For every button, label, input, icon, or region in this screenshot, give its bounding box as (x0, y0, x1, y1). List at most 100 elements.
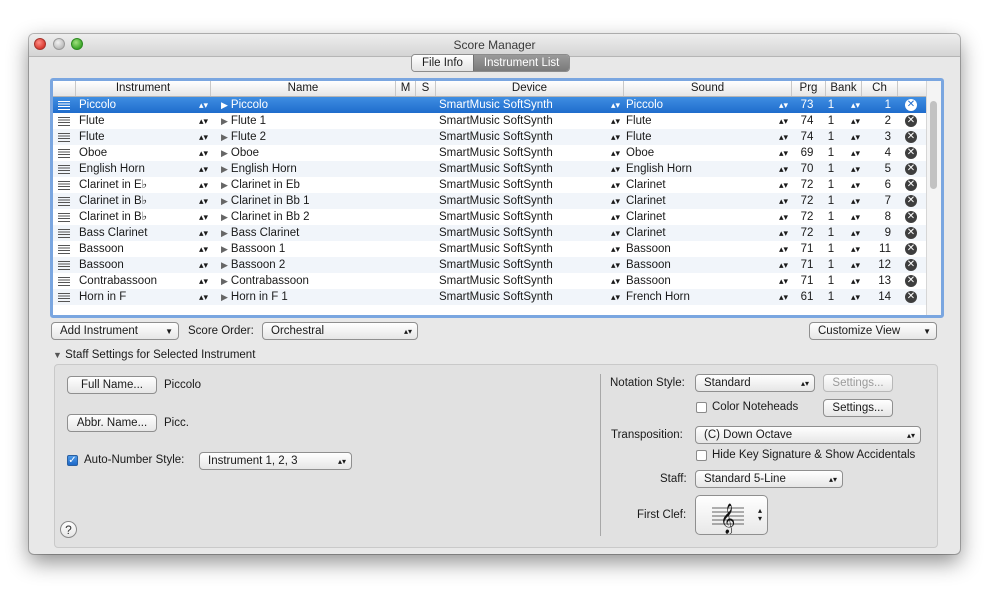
col-sound[interactable]: Sound (623, 81, 791, 96)
channel-cell[interactable]: 2 (871, 113, 891, 129)
bank-cell[interactable]: 1 (823, 193, 839, 209)
bank-cell[interactable]: 1 (823, 273, 839, 289)
table-scrollbar[interactable] (926, 81, 941, 315)
drag-handle-icon[interactable] (58, 181, 70, 190)
remove-instrument-icon[interactable]: ✕ (905, 115, 917, 127)
sound-stepper-icon[interactable]: ▴▾ (779, 129, 789, 145)
device-stepper-icon[interactable]: ▴▾ (611, 113, 621, 129)
col-channel[interactable]: Ch (861, 81, 897, 96)
drag-handle-icon[interactable] (58, 245, 70, 254)
disclosure-triangle-icon[interactable]: ▶ (221, 292, 228, 302)
bank-cell[interactable]: 1 (823, 145, 839, 161)
drag-handle-icon[interactable] (58, 149, 70, 158)
disclosure-triangle-icon[interactable]: ▶ (221, 212, 228, 222)
instrument-stepper-icon[interactable]: ▴▾ (199, 209, 209, 225)
sound-stepper-icon[interactable]: ▴▾ (779, 177, 789, 193)
notation-settings-button[interactable]: Settings... (823, 374, 893, 392)
program-cell[interactable]: 72 (794, 177, 820, 193)
auto-number-checkbox[interactable]: ✓ (67, 455, 78, 466)
disclosure-triangle-icon[interactable]: ▶ (221, 116, 228, 126)
disclosure-triangle-icon[interactable]: ▶ (221, 244, 228, 254)
sound-stepper-icon[interactable]: ▴▾ (779, 161, 789, 177)
table-row[interactable]: Bassoon ▴▾ ▶ Bassoon 2 SmartMusic SoftSyn… (53, 257, 927, 273)
remove-instrument-icon[interactable]: ✕ (905, 291, 917, 303)
bank-cell[interactable]: 1 (823, 129, 839, 145)
bank-cell[interactable]: 1 (823, 225, 839, 241)
device-stepper-icon[interactable]: ▴▾ (611, 289, 621, 305)
drag-handle-icon[interactable] (58, 117, 70, 126)
instrument-stepper-icon[interactable]: ▴▾ (199, 97, 209, 113)
bank-stepper-icon[interactable]: ▴▾ (851, 289, 861, 305)
channel-cell[interactable]: 12 (871, 257, 891, 273)
customize-view-button[interactable]: Customize View ▼ (809, 322, 937, 340)
drag-handle-icon[interactable] (58, 101, 70, 110)
program-cell[interactable]: 70 (794, 161, 820, 177)
drag-handle-icon[interactable] (58, 277, 70, 286)
instrument-stepper-icon[interactable]: ▴▾ (199, 241, 209, 257)
program-cell[interactable]: 74 (794, 113, 820, 129)
bank-cell[interactable]: 1 (823, 97, 839, 113)
disclosure-triangle-icon[interactable]: ▶ (221, 260, 228, 270)
program-cell[interactable]: 61 (794, 289, 820, 305)
sound-stepper-icon[interactable]: ▴▾ (779, 225, 789, 241)
sound-stepper-icon[interactable]: ▴▾ (779, 209, 789, 225)
table-row[interactable]: Clarinet in E♭ ▴▾ ▶ Clarinet in Eb SmartM… (53, 177, 927, 193)
remove-instrument-icon[interactable]: ✕ (905, 243, 917, 255)
notation-style-select[interactable]: Standard ▴▾ (695, 374, 815, 392)
bank-stepper-icon[interactable]: ▴▾ (851, 97, 861, 113)
device-stepper-icon[interactable]: ▴▾ (611, 145, 621, 161)
program-cell[interactable]: 71 (794, 241, 820, 257)
channel-cell[interactable]: 8 (871, 209, 891, 225)
device-stepper-icon[interactable]: ▴▾ (611, 241, 621, 257)
remove-instrument-icon[interactable]: ✕ (905, 275, 917, 287)
bank-stepper-icon[interactable]: ▴▾ (851, 241, 861, 257)
abbr-name-button[interactable]: Abbr. Name... (67, 414, 157, 432)
instrument-stepper-icon[interactable]: ▴▾ (199, 145, 209, 161)
col-mute[interactable]: M (395, 81, 415, 96)
table-row[interactable]: Clarinet in B♭ ▴▾ ▶ Clarinet in Bb 1 Smar… (53, 193, 927, 209)
sound-stepper-icon[interactable]: ▴▾ (779, 145, 789, 161)
bank-stepper-icon[interactable]: ▴▾ (851, 257, 861, 273)
drag-handle-icon[interactable] (58, 229, 70, 238)
bank-stepper-icon[interactable]: ▴▾ (851, 113, 861, 129)
col-solo[interactable]: S (415, 81, 435, 96)
drag-handle-icon[interactable] (58, 293, 70, 302)
instrument-stepper-icon[interactable]: ▴▾ (199, 289, 209, 305)
instrument-stepper-icon[interactable]: ▴▾ (199, 193, 209, 209)
bank-stepper-icon[interactable]: ▴▾ (851, 209, 861, 225)
bank-cell[interactable]: 1 (823, 289, 839, 305)
remove-instrument-icon[interactable]: ✕ (905, 211, 917, 223)
instrument-stepper-icon[interactable]: ▴▾ (199, 177, 209, 193)
table-row[interactable]: Clarinet in B♭ ▴▾ ▶ Clarinet in Bb 2 Smar… (53, 209, 927, 225)
col-name[interactable]: Name (210, 81, 395, 96)
bank-stepper-icon[interactable]: ▴▾ (851, 129, 861, 145)
instrument-stepper-icon[interactable]: ▴▾ (199, 161, 209, 177)
disclosure-open-icon[interactable]: ▼ (53, 350, 62, 360)
device-stepper-icon[interactable]: ▴▾ (611, 273, 621, 289)
score-order-select[interactable]: Orchestral ▴▾ (262, 322, 418, 340)
table-row[interactable]: Bass Clarinet ▴▾ ▶ Bass Clarinet SmartMus… (53, 225, 927, 241)
disclosure-triangle-icon[interactable]: ▶ (221, 276, 228, 286)
channel-cell[interactable]: 4 (871, 145, 891, 161)
channel-cell[interactable]: 3 (871, 129, 891, 145)
device-stepper-icon[interactable]: ▴▾ (611, 129, 621, 145)
remove-instrument-icon[interactable]: ✕ (905, 227, 917, 239)
program-cell[interactable]: 73 (794, 97, 820, 113)
scrollbar-thumb[interactable] (930, 101, 937, 189)
staff-settings-disclosure[interactable]: ▼ Staff Settings for Selected Instrument (53, 349, 255, 361)
bank-stepper-icon[interactable]: ▴▾ (851, 145, 861, 161)
device-stepper-icon[interactable]: ▴▾ (611, 193, 621, 209)
table-row[interactable]: Horn in F ▴▾ ▶ Horn in F 1 SmartMusic Sof… (53, 289, 927, 305)
full-name-button[interactable]: Full Name... (67, 376, 157, 394)
auto-number-select[interactable]: Instrument 1, 2, 3 ▴▾ (199, 452, 352, 470)
tab-instrument-list[interactable]: Instrument List (472, 55, 570, 71)
col-instrument[interactable]: Instrument (75, 81, 210, 96)
channel-cell[interactable]: 13 (871, 273, 891, 289)
channel-cell[interactable]: 5 (871, 161, 891, 177)
drag-handle-icon[interactable] (58, 197, 70, 206)
bank-cell[interactable]: 1 (823, 209, 839, 225)
color-noteheads-checkbox[interactable] (696, 402, 707, 413)
instrument-stepper-icon[interactable]: ▴▾ (199, 257, 209, 273)
device-stepper-icon[interactable]: ▴▾ (611, 177, 621, 193)
device-stepper-icon[interactable]: ▴▾ (611, 225, 621, 241)
